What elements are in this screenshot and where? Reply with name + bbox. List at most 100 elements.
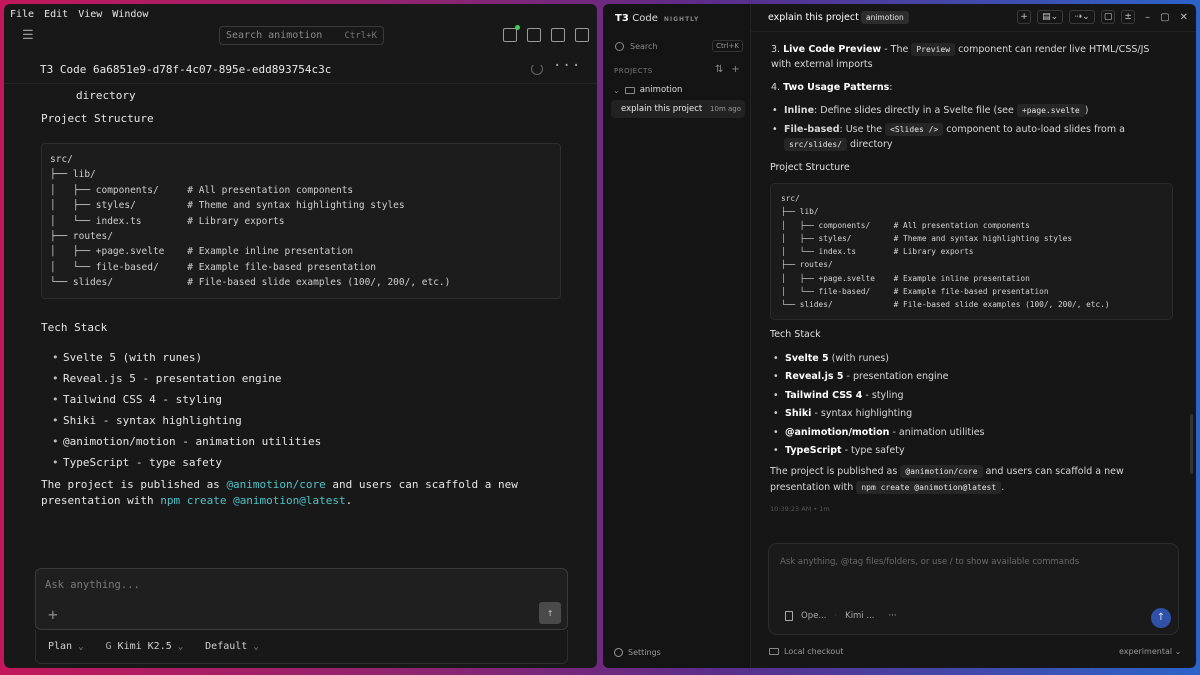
chat-content: directory Project Structure src/ ├── lib/… — [4, 84, 597, 564]
model-select[interactable]: Kimi ... — [845, 611, 874, 621]
message-timestamp: 10:39:23 AM • 1m — [770, 505, 830, 513]
search-input[interactable]: Search animotion Ctrl+K — [219, 26, 384, 45]
add-attachment-icon[interactable]: + — [48, 605, 58, 624]
project-actions: ⇅ + — [715, 64, 740, 75]
access-select[interactable]: Default ⌄ — [205, 641, 259, 652]
para-text: The project is published as — [41, 478, 227, 491]
sidebar-item-animotion[interactable]: ⌄ animotion — [613, 85, 682, 95]
item-number: 3. — [771, 44, 781, 55]
folder-icon[interactable] — [575, 28, 589, 42]
package-link[interactable]: @animotion/core — [226, 478, 325, 491]
code-line: │ ├── styles/ # Theme and syntax highlig… — [781, 233, 1073, 243]
access-label: Default — [205, 641, 248, 652]
separator: · — [834, 611, 838, 621]
mode-select[interactable]: Plan ⌄ — [48, 641, 84, 652]
source-control-icon[interactable] — [503, 25, 520, 42]
menu-file[interactable]: File — [10, 9, 34, 20]
tech-stack-heading: Tech Stack — [41, 321, 108, 334]
header-actions: + ▤⌄ ⇢⌄ ▢ ± – ▢ ✕ — [1017, 10, 1188, 24]
list-item: @animotion/motion - animation utilities — [52, 431, 321, 452]
tech-stack-heading: Tech Stack — [770, 329, 821, 340]
menu-edit[interactable]: Edit — [44, 9, 68, 20]
model-select[interactable]: G Kimi K2.5 ⌄ — [106, 641, 184, 652]
list-item: TypeScript - type safety — [773, 442, 985, 461]
list-item: Svelte 5 (with runes) — [773, 350, 985, 369]
composer: Ask anything... + ↑ — [35, 568, 568, 630]
nightly-badge: NIGHTLY — [663, 16, 700, 23]
code-line: src/ — [781, 194, 800, 203]
chevron-down-icon: ⌄ — [177, 641, 184, 652]
thread-name: explain this project — [621, 104, 703, 114]
export-icon[interactable] — [551, 28, 565, 42]
para-text: . — [1001, 482, 1005, 493]
terminal-icon[interactable]: ▢ — [1101, 10, 1116, 24]
sub-list-item: Inline: Define slides directly in a Svel… — [772, 103, 1164, 118]
sub-text: ) — [1084, 105, 1089, 116]
composer-input[interactable]: Ask anything... — [45, 579, 140, 591]
item-text: : — [889, 82, 893, 93]
send-button[interactable]: ↑ — [539, 602, 561, 624]
composer-right: Ask anything, @tag files/folders, or use… — [768, 543, 1179, 635]
code-line: ├── routes/ — [781, 260, 833, 270]
send-button[interactable]: ↑ — [1151, 608, 1171, 628]
code-block: src/ ├── lib/ │ ├── components/ # All pres… — [41, 143, 561, 299]
sub-title: Inline — [784, 105, 815, 116]
project-badge: animotion — [861, 11, 909, 24]
code-line: src/ — [50, 154, 73, 165]
folder-icon — [769, 648, 779, 655]
sidebar-search-label: Search — [630, 41, 658, 51]
list-item: Shiki - syntax highlighting — [773, 405, 985, 424]
tech-name: Svelte 5 — [785, 353, 829, 364]
right-window: T3 Code NIGHTLY Search Ctrl+K PROJECTS ⇅ … — [603, 4, 1196, 668]
more-options-icon[interactable]: ··· — [889, 611, 897, 621]
experimental-select[interactable]: experimental ⌄ — [1119, 647, 1181, 656]
terminal-icon[interactable] — [527, 28, 541, 42]
code-block: src/ ├── lib/ │ ├── components/ # All pres… — [770, 183, 1173, 320]
code-line: ├── routes/ — [50, 231, 113, 243]
menu-window[interactable]: Window — [112, 9, 148, 20]
code-line: │ ├── components/ # All presentation com… — [50, 184, 354, 196]
close-icon[interactable]: ✕ — [1180, 12, 1188, 23]
code-line: │ └── index.ts # Library exports — [50, 215, 285, 227]
tech-desc: - animation utilities — [889, 426, 985, 438]
agent-select[interactable]: Ope... — [801, 611, 826, 621]
maximize-icon[interactable]: ▢ — [1160, 12, 1169, 23]
code-line: │ ├── +page.svelte # Example inline pres… — [50, 246, 354, 258]
menu-view[interactable]: View — [78, 9, 102, 20]
search-icon — [615, 41, 624, 51]
item-number: 4. — [771, 82, 781, 93]
branch-dropdown-icon[interactable]: ⇢⌄ — [1069, 10, 1096, 24]
list-item: 4. Two Usage Patterns: — [771, 80, 1171, 95]
sidebar: T3 Code NIGHTLY Search Ctrl+K PROJECTS ⇅ … — [603, 4, 751, 668]
edit-dropdown-icon[interactable]: ▤⌄ — [1037, 10, 1064, 24]
command-link[interactable]: npm create @animotion@latest — [160, 494, 345, 507]
tech-name: Tailwind CSS 4 — [785, 389, 863, 401]
tech-name: Shiki — [785, 408, 812, 420]
brand-code: Code — [632, 13, 658, 24]
thread-title: T3 Code 6a6851e9-d78f-4c07-895e-edd89375… — [40, 63, 332, 76]
diff-icon[interactable]: ± — [1121, 10, 1136, 24]
add-icon[interactable]: + — [1017, 10, 1032, 24]
settings-button[interactable]: Settings — [614, 648, 661, 657]
tech-desc: - type safety — [841, 444, 905, 456]
sidebar-search[interactable]: Search Ctrl+K — [611, 38, 743, 54]
minimize-icon[interactable]: – — [1145, 12, 1150, 23]
search-shortcut: Ctrl+K — [344, 30, 377, 41]
scrollbar[interactable] — [1190, 414, 1193, 474]
composer-footer: Plan ⌄ G Kimi K2.5 ⌄ Default ⌄ — [35, 630, 568, 664]
more-options-icon[interactable]: ··· — [553, 58, 581, 74]
hamburger-icon[interactable]: ☰ — [22, 29, 36, 43]
composer-input[interactable]: Ask anything, @tag files/folders, or use… — [780, 557, 1079, 567]
loading-spinner-icon — [531, 63, 543, 75]
code-line: │ ├── styles/ # Theme and syntax highlig… — [50, 200, 405, 212]
para-text: . — [345, 494, 353, 507]
code-line: │ ├── +page.svelte # Example inline pres… — [781, 273, 1030, 283]
brand-logo: T3 Code NIGHTLY — [615, 13, 699, 24]
publish-paragraph: The project is published as @animotion/c… — [41, 477, 561, 509]
tech-desc: - syntax highlighting — [811, 408, 913, 420]
thread-item[interactable]: explain this project 10m ago — [611, 100, 745, 118]
sort-icon[interactable]: ⇅ — [715, 64, 723, 75]
local-checkout[interactable]: Local checkout — [769, 647, 844, 656]
tech-desc: - styling — [862, 389, 904, 401]
add-project-icon[interactable]: + — [731, 64, 739, 75]
